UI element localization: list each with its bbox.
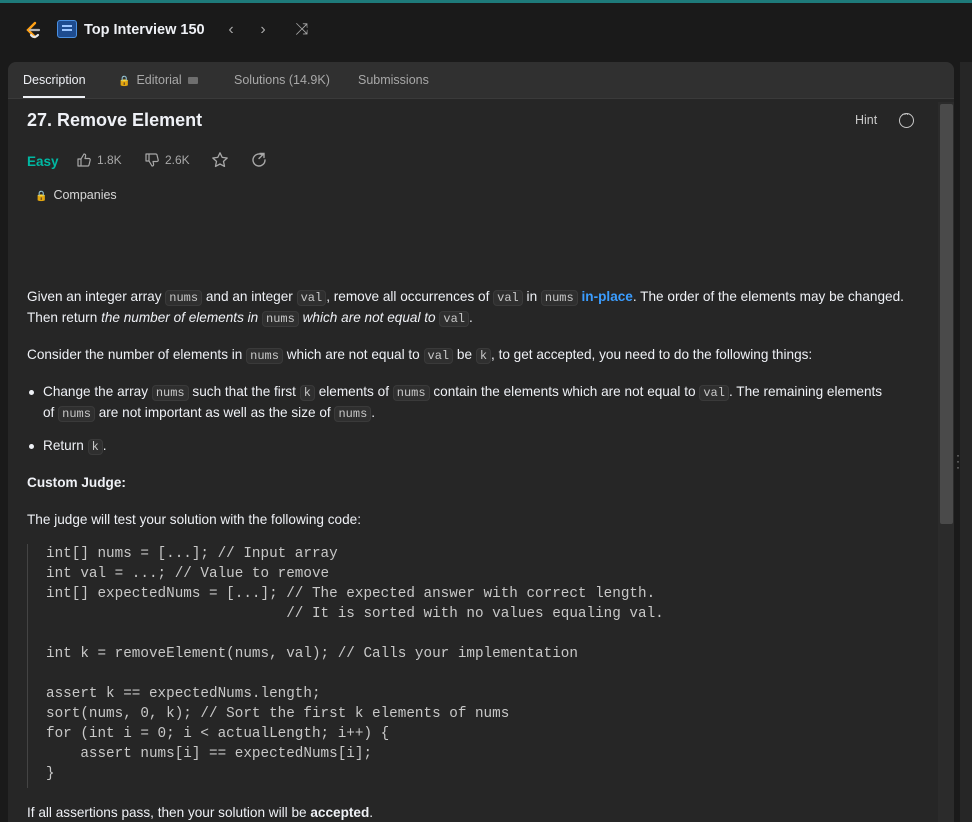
chevron-right-icon: ›: [260, 21, 266, 38]
judge-intro-text: The judge will test your solution with t…: [27, 512, 361, 527]
share-icon[interactable]: [250, 151, 268, 169]
study-plan-title[interactable]: Top Interview 150: [84, 22, 205, 38]
resize-handle-icon[interactable]: · · ·: [956, 449, 960, 473]
list-item-change-array-line-2: of nums are not important as well as the…: [43, 405, 376, 422]
description-paragraph-1: Given an integer array nums and an integ…: [27, 289, 904, 306]
more-options-icon[interactable]: [899, 109, 914, 128]
code-line: assert k == expectedNums.length;: [46, 686, 321, 702]
custom-judge-heading: Custom Judge:: [27, 475, 126, 490]
next-question-button[interactable]: ›: [251, 18, 275, 42]
code-line: assert nums[i] == expectedNums[i];: [46, 746, 373, 762]
judge-code-block: int[] nums = [...]; // Input array int v…: [27, 544, 668, 788]
code-line: int[] expectedNums = [...]; // The expec…: [46, 586, 656, 602]
list-item-return-k: Return k.: [29, 435, 107, 458]
like-button[interactable]: 1.8K: [76, 152, 122, 168]
description-paragraph-1-line-2: Then return the number of elements in nu…: [27, 310, 473, 327]
lock-icon: 🔒: [35, 191, 48, 202]
code-line: sort(nums, 0, k); // Sort the first k el…: [46, 706, 510, 722]
star-icon[interactable]: [211, 151, 229, 169]
companies-button[interactable]: 🔒 Companies: [27, 185, 125, 213]
description-paragraph-2: Consider the number of elements in nums …: [27, 347, 813, 364]
lock-icon: 🔒: [118, 76, 131, 87]
in-place-link[interactable]: in-place: [582, 289, 633, 304]
active-tab-indicator: [23, 96, 85, 98]
tab-submissions[interactable]: Submissions: [358, 73, 429, 87]
tab-solutions[interactable]: Solutions (14.9K): [234, 73, 330, 87]
tab-bar: Description 🔒 Editorial Solutions (14.9K)…: [8, 62, 954, 99]
thumbs-up-icon: [77, 153, 91, 167]
dislike-button[interactable]: 2.6K: [144, 152, 190, 168]
scrollbar-thumb[interactable]: [940, 104, 953, 524]
description-panel: Description 🔒 Editorial Solutions (14.9K)…: [8, 62, 954, 822]
top-navbar: Top Interview 150 ‹ › ⤨: [0, 3, 972, 55]
shuffle-icon: ⤨: [295, 21, 309, 38]
video-icon: [187, 77, 198, 85]
code-line: }: [46, 766, 55, 782]
problem-meta: Easy 1.8K 2.6K: [27, 150, 427, 172]
code-line: int[] nums = [...]; // Input array: [46, 546, 338, 562]
hint-button[interactable]: Hint: [855, 113, 877, 127]
editor-pane-edge: [960, 62, 972, 822]
tab-editorial[interactable]: 🔒 Editorial: [118, 73, 198, 87]
code-line: int val = ...; // Value to remove: [46, 566, 330, 582]
tab-description[interactable]: Description: [23, 73, 86, 87]
code-line: int k = removeElement(nums, val); // Cal…: [46, 646, 578, 662]
prev-question-button[interactable]: ‹: [219, 18, 243, 42]
random-question-button[interactable]: ⤨: [290, 18, 314, 42]
difficulty-badge: Easy: [27, 154, 59, 169]
leetcode-logo-icon[interactable]: [22, 20, 44, 42]
chevron-left-icon: ‹: [228, 21, 234, 38]
study-plan-icon: [57, 20, 77, 38]
code-line: for (int i = 0; i < actualLength; i++) {: [46, 726, 390, 742]
thumbs-down-icon: [145, 153, 159, 167]
description-scrollbar[interactable]: [938, 102, 954, 822]
final-paragraph: If all assertions pass, then your soluti…: [27, 805, 374, 820]
problem-title[interactable]: 27. Remove Element: [27, 110, 202, 131]
list-item-change-array: Change the array nums such that the firs…: [28, 381, 882, 404]
code-line: // It is sorted with no values equaling …: [46, 606, 664, 622]
